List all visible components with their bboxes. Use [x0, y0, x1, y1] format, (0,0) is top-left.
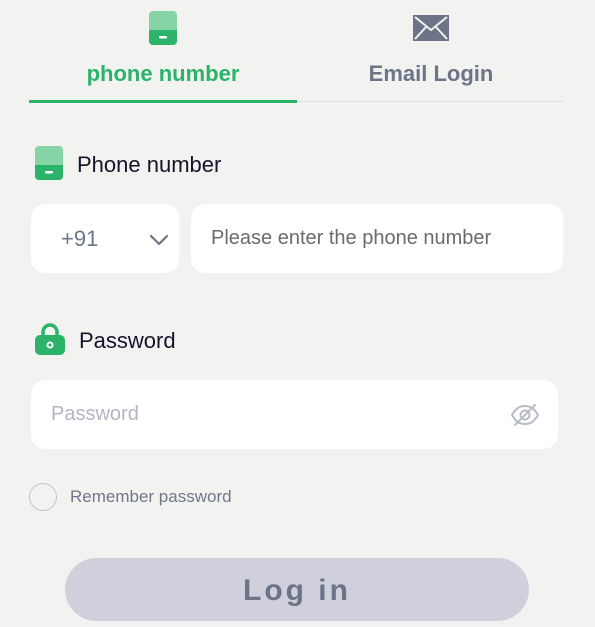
phone-number-input[interactable] — [191, 204, 563, 273]
country-code-value: +91 — [61, 226, 99, 251]
envelope-icon — [413, 15, 449, 46]
country-code-select[interactable]: +91 — [31, 204, 179, 273]
login-method-tabs: phone number Email Login — [29, 0, 565, 103]
phone-icon — [35, 145, 63, 185]
remember-password-option[interactable]: Remember password — [29, 482, 232, 512]
lock-icon — [35, 322, 65, 360]
tab-phone-number[interactable]: phone number — [29, 0, 297, 103]
eye-off-icon[interactable] — [510, 403, 540, 432]
active-tab-indicator — [29, 100, 297, 103]
phone-number-label-text: Phone number — [77, 152, 222, 177]
phone-icon — [149, 11, 177, 50]
tab-phone-number-label: phone number — [86, 61, 240, 86]
password-field — [31, 380, 558, 449]
login-button[interactable]: Log in — [65, 558, 529, 621]
remember-password-radio[interactable] — [29, 483, 57, 511]
phone-number-field-label: Phone number — [35, 145, 222, 185]
password-input[interactable] — [31, 380, 491, 449]
password-label-text: Password — [79, 328, 176, 353]
chevron-down-icon — [149, 233, 169, 251]
remember-password-label: Remember password — [70, 487, 232, 506]
password-field-label: Password — [35, 322, 176, 360]
tab-email-login[interactable]: Email Login — [297, 0, 565, 101]
tab-email-login-label: Email Login — [368, 61, 494, 86]
